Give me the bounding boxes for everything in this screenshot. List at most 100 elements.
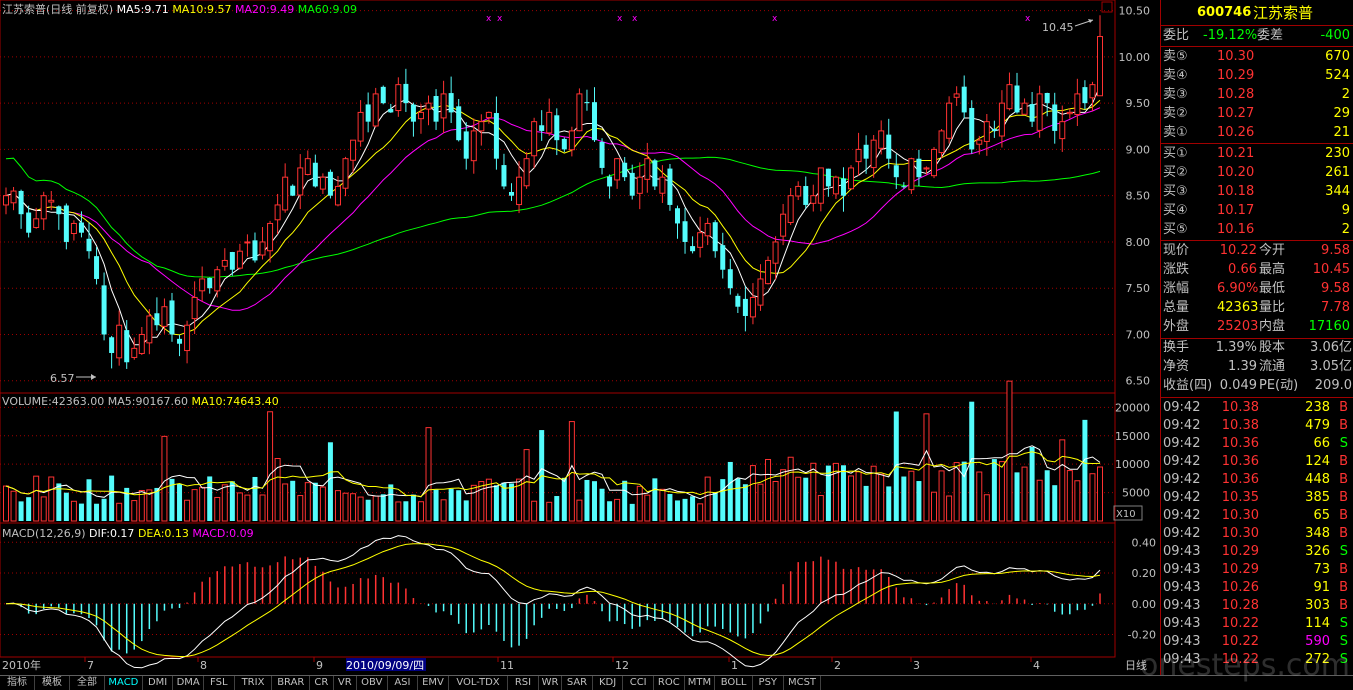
tick-side: B <box>1339 580 1348 595</box>
candle <box>810 184 817 212</box>
candle <box>539 110 545 141</box>
volume-bar <box>667 493 673 521</box>
macd-value: MACD:0.09 <box>192 527 254 540</box>
indicator-tab[interactable]: TRIX <box>235 676 273 690</box>
ma-legend: 江苏索普(日线 前复权) MA5:9.71 MA10:9.57 MA20:9.4… <box>2 1 357 17</box>
sell-level-label: 卖② <box>1163 106 1188 121</box>
volume-bar <box>1097 466 1103 522</box>
indicator-tab[interactable]: CCI <box>623 676 654 690</box>
volume-bar <box>1074 480 1081 522</box>
indicator-tab[interactable]: BRAR <box>272 676 311 690</box>
tick-row: 09:42 10.38 479 B <box>1161 417 1353 435</box>
x-markers: xx xx xx <box>486 14 1031 24</box>
volume-bar <box>742 484 748 521</box>
candle <box>109 335 115 369</box>
candle <box>554 108 560 156</box>
indicator-tab[interactable]: CR <box>310 676 334 690</box>
candle <box>787 187 794 226</box>
candle <box>644 142 651 193</box>
candle <box>674 205 680 239</box>
indicator-tab[interactable]: PSY <box>753 676 784 690</box>
volume-bar <box>236 492 243 522</box>
candle <box>622 157 628 182</box>
buy-row: 买⑤ 10.16 2 <box>1161 221 1353 239</box>
tick-volume: 91 <box>1313 580 1330 595</box>
candle <box>795 181 802 201</box>
volume-bar <box>417 501 424 522</box>
date-tick: 2010年 <box>2 658 41 672</box>
indicator-tab[interactable]: MTM <box>685 676 716 690</box>
indicator-tab[interactable]: OBV <box>357 676 388 690</box>
candle <box>282 163 289 213</box>
volume-bar <box>509 483 515 521</box>
volume-bar <box>191 489 198 522</box>
macd-dif: DIF:0.17 <box>89 527 135 540</box>
volume-bar <box>395 501 402 522</box>
volume-bar <box>976 471 983 522</box>
volume-bar <box>342 492 349 522</box>
candle <box>463 122 469 170</box>
indicator-tab[interactable]: BOLL <box>715 676 753 690</box>
indicator-tab[interactable]: 全部 <box>70 676 105 690</box>
sell-volume: 524 <box>1325 68 1350 83</box>
indicator-tab[interactable]: WR <box>539 676 563 690</box>
date-tick: 12 <box>615 659 629 672</box>
candle <box>448 76 454 123</box>
svg-text:x: x <box>1025 14 1031 24</box>
sell-price: 10.26 <box>1217 125 1255 140</box>
chart-area[interactable]: 10.50 10.00 9.50 9.00 8.50 8.00 7.50 7.00 6.50 20… <box>0 0 1160 675</box>
tick-volume: 114 <box>1305 616 1330 631</box>
candle <box>493 96 499 170</box>
indicator-tab[interactable]: RSI <box>508 676 539 690</box>
high-marker: 10.45 <box>1042 19 1094 34</box>
indicator-tab[interactable]: DMI <box>143 676 174 690</box>
tick-row: 09:43 10.29 326 S <box>1161 543 1353 561</box>
volume-bar <box>10 490 17 522</box>
sell-level-label: 卖⑤ <box>1163 49 1188 64</box>
volume-bar <box>591 481 597 521</box>
tick-side: S <box>1339 544 1348 559</box>
volume-bar <box>629 503 635 521</box>
candle <box>417 104 424 134</box>
indicator-tab[interactable]: 指标 <box>0 676 35 690</box>
buy-volume: 230 <box>1325 146 1350 161</box>
indicator-tab[interactable]: FSL <box>204 676 235 690</box>
candle <box>214 266 221 298</box>
candle <box>780 203 787 246</box>
indicator-tab[interactable]: MACD <box>105 676 143 690</box>
volume-tick: 20000 <box>1115 401 1150 414</box>
indicator-tab[interactable]: ASI <box>388 676 419 690</box>
candle <box>886 118 892 169</box>
candle <box>86 222 92 259</box>
indicator-tab[interactable]: ROC <box>654 676 685 690</box>
indicator-tab[interactable]: VR <box>334 676 357 690</box>
candle <box>312 154 318 188</box>
candle <box>953 86 960 106</box>
kline-chart[interactable]: 10.5010.009.509.008.508.007.507.006.5020… <box>0 0 1160 675</box>
buy-volume: 2 <box>1341 222 1350 237</box>
indicator-tab[interactable]: SAR <box>562 676 593 690</box>
indicator-tab[interactable]: EMV <box>418 676 449 690</box>
volume-bar <box>1014 472 1020 521</box>
indicator-tab[interactable]: MCST <box>784 676 822 690</box>
ma60-legend: MA60:9.09 <box>297 3 357 16</box>
sell-price: 10.28 <box>1217 87 1255 102</box>
ma20-legend: MA20:9.49 <box>235 3 295 16</box>
candle <box>652 158 658 190</box>
volume-bar <box>1029 447 1035 521</box>
volume-bar <box>803 477 809 521</box>
indicator-tab[interactable]: DMA <box>173 676 204 690</box>
indicator-tab[interactable]: KDJ <box>593 676 624 690</box>
candle <box>70 220 77 241</box>
indicator-tab[interactable]: 模板 <box>35 676 70 690</box>
macd-tick: 0.20 <box>1132 567 1157 580</box>
tick-price: 10.30 <box>1221 526 1259 541</box>
candle <box>18 189 24 229</box>
panel-toggle-button[interactable] <box>1101 1 1113 13</box>
price-tick: 7.50 <box>1126 282 1151 295</box>
volume-tick: 5000 <box>1122 487 1150 500</box>
volume-bar <box>704 476 711 522</box>
indicator-tab[interactable]: VOL-TDX <box>449 676 509 690</box>
tick-row: 09:42 10.30 348 B <box>1161 525 1353 543</box>
candle <box>124 320 130 369</box>
